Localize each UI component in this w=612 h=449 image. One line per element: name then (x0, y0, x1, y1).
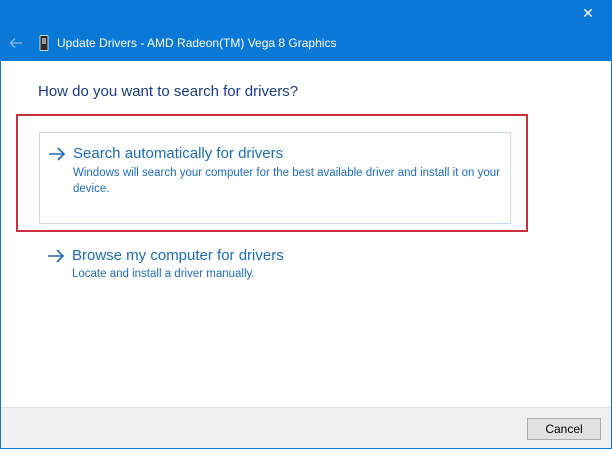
search-automatically-option[interactable]: Search automatically for drivers Windows… (39, 132, 511, 224)
dialog-footer: Cancel (1, 407, 611, 448)
search-automatically-title: Search automatically for drivers (73, 145, 284, 162)
back-button[interactable] (7, 34, 25, 52)
page-heading: How do you want to search for drivers? (38, 83, 299, 100)
right-arrow-icon (49, 147, 66, 161)
title-bar (1, 1, 611, 61)
window-title: Update Drivers - AMD Radeon(TM) Vega 8 G… (57, 36, 337, 50)
graphics-device-icon (39, 35, 49, 51)
browse-computer-description: Locate and install a driver manually. (72, 268, 255, 280)
browse-computer-option[interactable]: Browse my computer for drivers Locate an… (39, 239, 511, 289)
search-automatically-description: Windows will search your computer for th… (73, 167, 500, 195)
back-arrow-icon (9, 38, 22, 48)
right-arrow-icon (48, 249, 65, 263)
browse-computer-title: Browse my computer for drivers (72, 247, 284, 264)
close-button[interactable]: ✕ (565, 1, 611, 25)
close-icon: ✕ (582, 4, 594, 21)
update-drivers-window: ✕ Update Drivers - AMD Radeon(TM) Vega 8… (0, 0, 612, 449)
cancel-button[interactable]: Cancel (527, 418, 601, 440)
